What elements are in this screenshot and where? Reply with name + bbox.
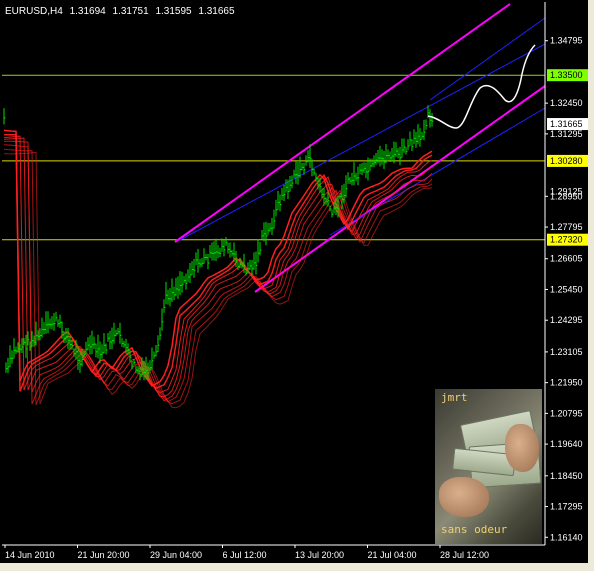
money-photo-overlay: jmrt sans odeur [435, 389, 542, 544]
price-tick-label: 1.23105 [550, 347, 583, 357]
chart-header: EURUSD,H4 1.31694 1.31751 1.31595 1.3166… [5, 6, 239, 17]
time-tick-label: 21 Jul 04:00 [368, 550, 417, 560]
price-tick-label: 1.17295 [550, 502, 583, 512]
level-price-label: 1.33500 [550, 70, 583, 80]
lower-channel-line [254, 85, 546, 293]
current-price-label: 1.31665 [550, 119, 583, 129]
price-tick-label: 1.16140 [550, 532, 583, 542]
high-value: 1.31751 [112, 6, 149, 17]
open-value: 1.31694 [69, 6, 106, 17]
level-price-label: 1.30280 [550, 156, 583, 166]
time-axis: 14 Jun 2010 21 Jun 20:00 29 Jun 04:00 6 Jul… [2, 544, 545, 560]
price-tick-label: 1.29125 [550, 187, 583, 197]
price-axis: 1.347951.324501.312951.289501.277951.266… [544, 2, 583, 545]
price-tick-label: 1.20795 [550, 408, 583, 418]
time-tick-label: 14 Jun 2010 [5, 550, 55, 560]
price-tick-label: 1.18450 [550, 471, 583, 481]
window-border-bottom [0, 563, 594, 571]
price-tick-label: 1.27795 [550, 222, 583, 232]
level-price-label: 1.27320 [550, 235, 583, 245]
price-tick-label: 1.25450 [550, 284, 583, 294]
close-value: 1.31665 [198, 6, 235, 17]
time-tick-label: 6 Jul 12:00 [223, 550, 267, 560]
time-tick-label: 13 Jul 20:00 [295, 550, 344, 560]
low-value: 1.31595 [155, 6, 192, 17]
price-tick-label: 1.26605 [550, 254, 583, 264]
price-tick-label: 1.21950 [550, 378, 583, 388]
symbol-label: EURUSD,H4 [5, 6, 63, 17]
mid-channel-line [429, 17, 546, 101]
overlay-caption-bottom: sans odeur [441, 523, 508, 536]
hand-image [505, 424, 539, 472]
price-tick-label: 1.34795 [550, 36, 583, 46]
overlay-caption-top: jmrt [441, 391, 468, 404]
price-tick-label: 1.31295 [550, 129, 583, 139]
time-tick-label: 28 Jul 12:00 [440, 550, 489, 560]
time-tick-label: 21 Jun 20:00 [78, 550, 130, 560]
price-tick-label: 1.19640 [550, 439, 583, 449]
level-tags: 1.33500 1.30280 1.27320 1.31665 [547, 69, 589, 246]
window-border-right [588, 0, 594, 571]
price-tick-label: 1.32450 [550, 98, 583, 108]
price-tick-label: 1.24295 [550, 315, 583, 325]
hand-image [439, 477, 489, 517]
time-tick-label: 29 Jun 04:00 [150, 550, 202, 560]
ma-ribbon-line [3, 144, 433, 405]
